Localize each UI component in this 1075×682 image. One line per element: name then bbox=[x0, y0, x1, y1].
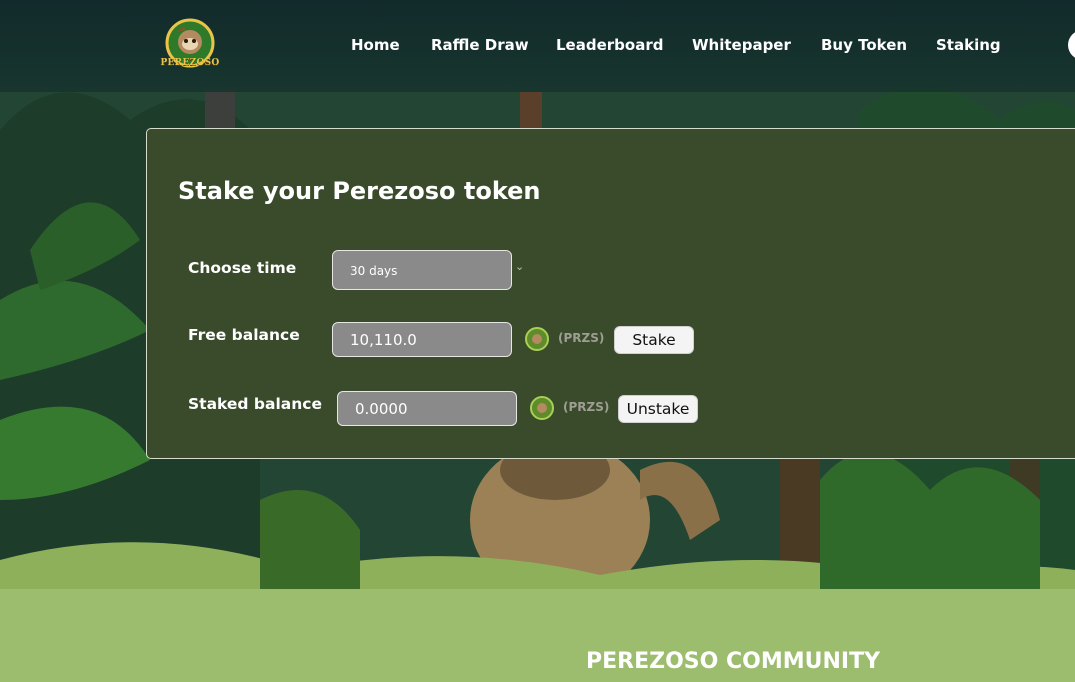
duration-select[interactable]: 30 days bbox=[332, 250, 512, 290]
stake-button[interactable]: Stake bbox=[614, 326, 694, 354]
community-section: PEREZOSO COMMUNITY bbox=[0, 589, 1075, 682]
logo-wordmark: PEREZOSO bbox=[160, 58, 220, 68]
card-title: Stake your Perezoso token bbox=[178, 177, 541, 205]
chevron-down-icon[interactable]: ⌄ bbox=[515, 260, 524, 273]
stake-card: Stake your Perezoso token Choose time 30… bbox=[146, 128, 1075, 459]
connect-wallet-button[interactable] bbox=[1068, 30, 1075, 60]
staked-balance-field[interactable]: 0.0000 bbox=[337, 391, 517, 426]
nav-raffle-draw[interactable]: Raffle Draw bbox=[431, 36, 529, 54]
nav-home[interactable]: Home bbox=[351, 36, 400, 54]
unstake-button[interactable]: Unstake bbox=[618, 395, 698, 423]
top-navbar: PEREZOSO Home Raffle Draw Leaderboard Wh… bbox=[0, 0, 1075, 92]
przs-token-icon bbox=[525, 327, 549, 351]
free-balance-label: Free balance bbox=[188, 326, 300, 344]
community-title: PEREZOSO COMMUNITY bbox=[586, 649, 881, 674]
free-balance-field[interactable]: 10,110.0 bbox=[332, 322, 512, 357]
nav-leaderboard[interactable]: Leaderboard bbox=[556, 36, 663, 54]
staked-balance-ticker: (PRZS) bbox=[563, 400, 610, 414]
nav-staking[interactable]: Staking bbox=[936, 36, 1001, 54]
nav-whitepaper[interactable]: Whitepaper bbox=[692, 36, 791, 54]
przs-token-icon bbox=[530, 396, 554, 420]
staked-balance-label: Staked balance bbox=[188, 395, 322, 413]
free-balance-ticker: (PRZS) bbox=[558, 331, 605, 345]
nav-buy-token[interactable]: Buy Token bbox=[821, 36, 907, 54]
choose-time-label: Choose time bbox=[188, 259, 297, 277]
